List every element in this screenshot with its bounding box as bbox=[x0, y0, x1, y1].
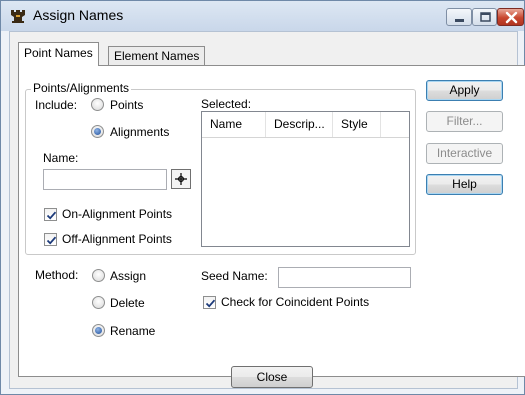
radio-selected-dot bbox=[95, 327, 102, 334]
alignments-radio-label[interactable]: Alignments bbox=[110, 125, 169, 139]
include-label: Include: bbox=[35, 98, 78, 112]
on-alignment-points-label[interactable]: On-Alignment Points bbox=[62, 207, 172, 221]
close-button[interactable]: Close bbox=[231, 366, 313, 388]
coincident-points-label[interactable]: Check for Coincident Points bbox=[221, 295, 369, 309]
seed-name-field[interactable] bbox=[278, 267, 411, 288]
apply-button[interactable]: Apply bbox=[426, 80, 503, 101]
column-header-description[interactable]: Descrip... bbox=[266, 112, 333, 137]
selected-list[interactable]: Name Descrip... Style bbox=[201, 111, 410, 247]
pick-name-button[interactable] bbox=[171, 169, 191, 189]
assign-names-dialog: Assign Names Point Names Element Names P… bbox=[0, 0, 525, 395]
name-field[interactable] bbox=[43, 169, 167, 190]
help-button[interactable]: Help bbox=[426, 174, 503, 195]
close-icon bbox=[505, 11, 518, 24]
crosshair-icon bbox=[175, 173, 187, 185]
title-bar[interactable]: Assign Names bbox=[1, 1, 524, 31]
alignments-radio[interactable] bbox=[91, 125, 104, 138]
radio-selected-dot bbox=[94, 128, 101, 135]
seed-name-label: Seed Name: bbox=[201, 269, 268, 283]
checkmark-icon bbox=[205, 299, 216, 308]
on-alignment-points-checkbox[interactable] bbox=[44, 208, 57, 221]
column-header-style[interactable]: Style bbox=[333, 112, 381, 137]
tab-element-names[interactable]: Element Names bbox=[108, 46, 206, 66]
column-header-name[interactable]: Name bbox=[202, 112, 266, 137]
minimize-button[interactable] bbox=[446, 8, 472, 26]
points-alignments-group-title: Points/Alignments bbox=[31, 81, 132, 95]
coincident-points-checkbox[interactable] bbox=[203, 296, 216, 309]
delete-radio[interactable] bbox=[92, 296, 105, 309]
filter-button[interactable]: Filter... bbox=[426, 111, 503, 132]
delete-radio-label[interactable]: Delete bbox=[110, 296, 145, 310]
assign-radio-label[interactable]: Assign bbox=[110, 269, 146, 283]
assign-radio[interactable] bbox=[92, 269, 105, 282]
minimize-icon bbox=[455, 19, 464, 22]
close-window-button[interactable] bbox=[497, 8, 524, 26]
maximize-icon bbox=[480, 12, 491, 22]
list-header: Name Descrip... Style bbox=[202, 112, 409, 138]
checkmark-icon bbox=[46, 236, 57, 245]
selected-label: Selected: bbox=[201, 97, 252, 111]
rename-radio[interactable] bbox=[92, 324, 105, 337]
name-label: Name: bbox=[43, 151, 79, 165]
chess-rook-icon bbox=[11, 10, 25, 23]
off-alignment-points-checkbox[interactable] bbox=[44, 233, 57, 246]
checkmark-icon bbox=[46, 211, 57, 220]
points-radio-label[interactable]: Points bbox=[110, 98, 143, 112]
maximize-button[interactable] bbox=[472, 8, 497, 26]
method-label: Method: bbox=[35, 268, 79, 282]
tab-point-names[interactable]: Point Names bbox=[18, 42, 99, 66]
rename-radio-label[interactable]: Rename bbox=[110, 324, 155, 338]
interactive-button[interactable]: Interactive bbox=[426, 143, 503, 164]
off-alignment-points-label[interactable]: Off-Alignment Points bbox=[62, 232, 172, 246]
window-title: Assign Names bbox=[33, 7, 124, 23]
points-radio[interactable] bbox=[91, 98, 104, 111]
